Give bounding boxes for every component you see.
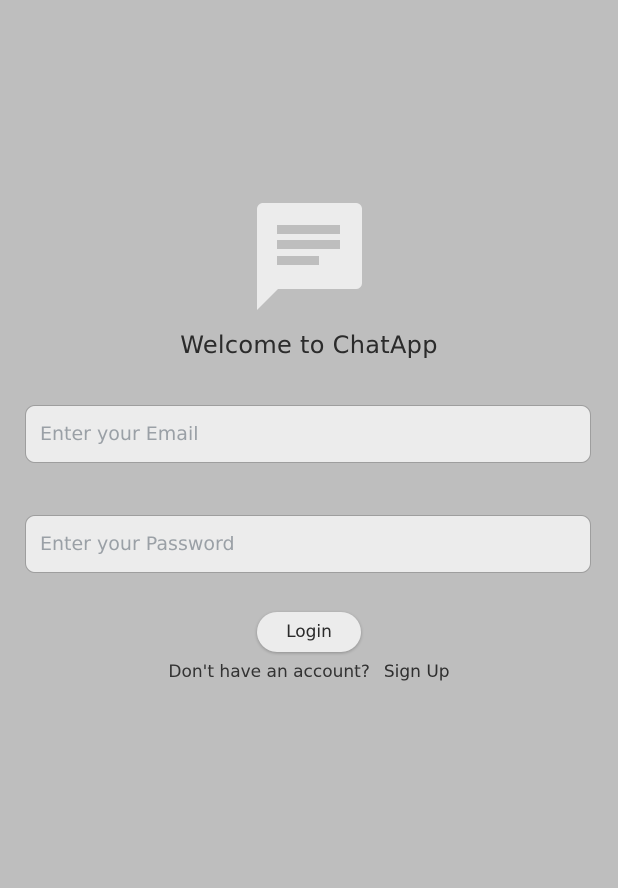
chat-message-icon: [256, 203, 362, 310]
login-button[interactable]: Login: [257, 612, 361, 652]
signup-row: Don't have an account? Sign Up: [0, 662, 618, 682]
password-field-container[interactable]: [25, 515, 591, 573]
email-input[interactable]: [40, 423, 590, 445]
login-screen: Welcome to ChatApp Login Don't have an a…: [0, 0, 618, 888]
no-account-text: Don't have an account?: [168, 662, 370, 682]
password-input[interactable]: [40, 533, 590, 555]
signup-link[interactable]: Sign Up: [384, 662, 450, 682]
email-field-container[interactable]: [25, 405, 591, 463]
welcome-title: Welcome to ChatApp: [180, 331, 438, 359]
